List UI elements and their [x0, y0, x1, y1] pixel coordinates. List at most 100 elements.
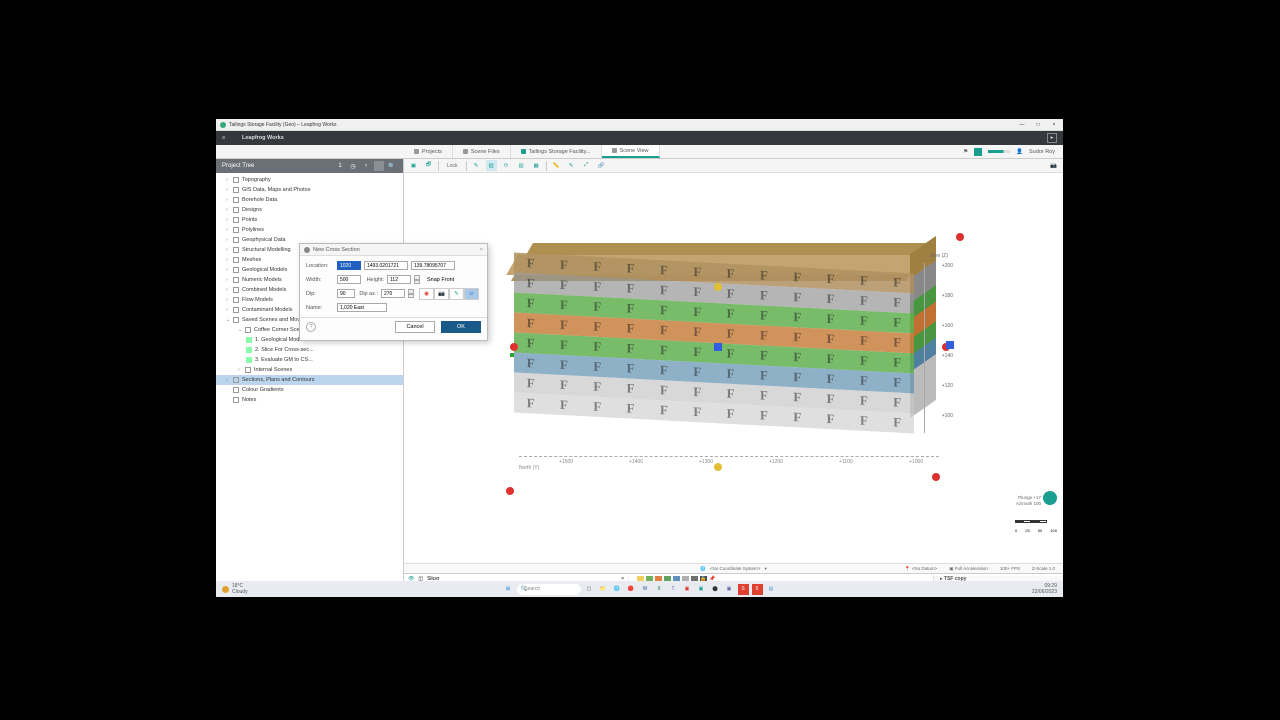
- explorer-icon[interactable]: 📁: [598, 584, 609, 595]
- tree-coffee-2[interactable]: 2. Slice For Cross-sec...: [216, 345, 403, 355]
- collapse-icon[interactable]: ‹: [361, 161, 371, 171]
- dialog-close-icon[interactable]: ×: [480, 247, 483, 253]
- app-icon-7[interactable]: ▤: [766, 584, 777, 595]
- scale-bar: 02550100: [1015, 510, 1057, 515]
- tree-notes[interactable]: Notes: [216, 395, 403, 405]
- camera-icon[interactable]: 📷: [1048, 160, 1059, 171]
- taskbar-search[interactable]: 🔍 Search: [517, 584, 581, 595]
- dipaz-input[interactable]: [381, 289, 405, 298]
- link-icon[interactable]: 🔗: [596, 160, 607, 171]
- edit-icon[interactable]: ✎: [566, 160, 577, 171]
- word-icon[interactable]: W: [640, 584, 651, 595]
- window-close[interactable]: ×: [1049, 122, 1059, 128]
- manipulator-green[interactable]: [510, 353, 514, 357]
- cancel-button[interactable]: Cancel: [395, 321, 435, 333]
- chrome-icon[interactable]: 🔴: [626, 584, 637, 595]
- plane-tool-icon[interactable]: ▱: [464, 288, 479, 300]
- content-area: ▣ 🗗 Lock ✎ ▨ ⟳ ▥ ▦ 📏 ✎ ⤢ 🔗 📷: [404, 159, 1063, 597]
- manipulator-red-bl[interactable]: [506, 487, 514, 495]
- height-input[interactable]: [387, 275, 411, 284]
- taskbar-clock[interactable]: 09:29 22/06/2023: [1032, 583, 1057, 595]
- dropdown-icon[interactable]: ▾: [764, 566, 766, 572]
- windows-taskbar[interactable]: 18°C Cloudy ⊞ 🔍 Search ▢ 📁 🌐 🔴 W X T ▣ ▣…: [216, 581, 1063, 597]
- tree-designs[interactable]: ›Designs: [216, 205, 403, 215]
- dipaz-spinner[interactable]: [408, 289, 414, 298]
- slice-icon[interactable]: ▨: [486, 160, 497, 171]
- seequent-icon[interactable]: [974, 148, 982, 156]
- tab-projects[interactable]: Projects: [404, 145, 453, 158]
- screenshot-icon[interactable]: ▣: [408, 160, 419, 171]
- tab-scene-view[interactable]: Scene View: [602, 145, 660, 158]
- lock-label[interactable]: Lock: [443, 163, 462, 169]
- name-input[interactable]: [337, 303, 387, 312]
- location-z-input[interactable]: [411, 261, 455, 270]
- location-y-input[interactable]: [364, 261, 408, 270]
- measure-icon[interactable]: 📏: [551, 160, 562, 171]
- weather-widget[interactable]: 18°C Cloudy: [222, 583, 248, 595]
- app-icon-4[interactable]: ▣: [724, 584, 735, 595]
- play-button[interactable]: ▸: [1047, 133, 1057, 143]
- compass-tool-icon[interactable]: ◉: [419, 288, 434, 300]
- globe-icon[interactable]: 🌐: [700, 566, 706, 572]
- app-icon-6[interactable]: 5: [752, 584, 763, 595]
- search-input[interactable]: [374, 161, 384, 171]
- dialog-titlebar[interactable]: New Cross Section ×: [300, 244, 487, 256]
- width-input[interactable]: [337, 275, 361, 284]
- zscale[interactable]: Z-Scale 1.0: [1032, 566, 1055, 572]
- app-icon-1[interactable]: ▣: [682, 584, 693, 595]
- tree-colour-grad[interactable]: Colour Gradients: [216, 385, 403, 395]
- tree-polylines[interactable]: ›Polylines: [216, 225, 403, 235]
- window-minimize[interactable]: —: [1017, 122, 1027, 128]
- window-maximize[interactable]: □: [1033, 122, 1043, 128]
- viewport-3d[interactable]: FFFFFFFFFFFF FFFFFFFFFFFF FFFFFFFFFFFF F…: [404, 173, 1063, 565]
- app-icon-2[interactable]: ▣: [696, 584, 707, 595]
- tree-topography[interactable]: ›Topography: [216, 175, 403, 185]
- manipulator-red-tr[interactable]: [956, 233, 964, 241]
- draw-icon[interactable]: ✎: [471, 160, 482, 171]
- ruler-icon[interactable]: ▥: [516, 160, 527, 171]
- hamburger-icon[interactable]: ≡: [222, 135, 232, 141]
- manipulator-yellow-t[interactable]: [714, 283, 722, 291]
- tree-borehole[interactable]: ›Borehole Data: [216, 195, 403, 205]
- clock-icon[interactable]: ◷: [348, 161, 358, 171]
- window-icon[interactable]: 🗗: [423, 160, 434, 171]
- app-icon-3[interactable]: ⬤: [710, 584, 721, 595]
- edge-icon[interactable]: 🌐: [612, 584, 623, 595]
- start-icon[interactable]: ⊞: [503, 584, 514, 595]
- user-icon[interactable]: 👤: [1016, 149, 1023, 155]
- tree-gis[interactable]: ›GIS Data, Maps and Photos: [216, 185, 403, 195]
- camera-tool-icon[interactable]: 📷: [434, 288, 449, 300]
- horizontal-axis: North (Y) +1500 +1400 +1300 +1200 +1100 …: [519, 456, 939, 470]
- pick-icon[interactable]: ⤢: [581, 160, 592, 171]
- axis-icon[interactable]: ▦: [531, 160, 542, 171]
- compass-icon[interactable]: [1043, 491, 1057, 505]
- tree-points[interactable]: ›Points: [216, 215, 403, 225]
- search-icon[interactable]: 🔍: [387, 161, 397, 171]
- tree-coffee-3[interactable]: 3. Evaluate GM to CS...: [216, 355, 403, 365]
- tab-scene-files[interactable]: Scene Files: [453, 145, 511, 158]
- model-block[interactable]: FFFFFFFFFFFF FFFFFFFFFFFF FFFFFFFFFFFF F…: [514, 263, 934, 463]
- dip-input[interactable]: [337, 289, 355, 298]
- sidebar-header: Project Tree 1 ◷ ‹ 🔍: [216, 159, 403, 173]
- location-x-input[interactable]: [337, 261, 361, 270]
- app-icon-5[interactable]: S: [738, 584, 749, 595]
- flag-icon[interactable]: ⚑: [963, 149, 968, 155]
- excel-icon[interactable]: X: [654, 584, 665, 595]
- height-spinner[interactable]: [414, 275, 420, 284]
- rotate-icon[interactable]: ⟳: [501, 160, 512, 171]
- help-icon[interactable]: ?: [306, 322, 316, 332]
- tab-project[interactable]: Tailings Storage Facility...: [511, 145, 602, 158]
- pencil-tool-icon[interactable]: ✎: [449, 288, 464, 300]
- manipulator-red-br[interactable]: [932, 473, 940, 481]
- task-view-icon[interactable]: ▢: [584, 584, 595, 595]
- manipulator-blue[interactable]: [714, 343, 722, 351]
- tree-sections[interactable]: ›Sections, Plans and Contours: [216, 375, 403, 385]
- history-count[interactable]: 1: [335, 161, 345, 171]
- snap-front-button[interactable]: Snap Front: [427, 277, 454, 283]
- project-tree[interactable]: ›Topography ›GIS Data, Maps and Photos ›…: [216, 173, 403, 597]
- ok-button[interactable]: OK: [441, 321, 481, 333]
- tree-internal[interactable]: ›Internal Scenes: [216, 365, 403, 375]
- manipulator-red[interactable]: [510, 343, 518, 351]
- teams-icon[interactable]: T: [668, 584, 679, 595]
- datum-icon: 📍: [905, 566, 911, 571]
